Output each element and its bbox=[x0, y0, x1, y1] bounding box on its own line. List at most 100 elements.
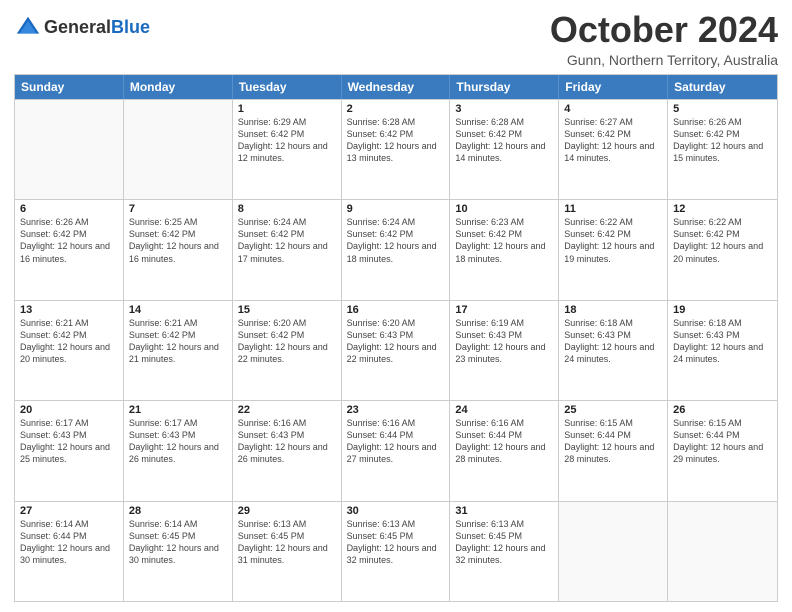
day-number: 25 bbox=[564, 404, 662, 416]
cal-cell: 7Sunrise: 6:25 AM Sunset: 6:42 PM Daylig… bbox=[124, 200, 233, 299]
day-header-thursday: Thursday bbox=[450, 75, 559, 99]
cal-cell: 15Sunrise: 6:20 AM Sunset: 6:42 PM Dayli… bbox=[233, 301, 342, 400]
day-number: 5 bbox=[673, 103, 772, 115]
cal-cell: 24Sunrise: 6:16 AM Sunset: 6:44 PM Dayli… bbox=[450, 401, 559, 500]
cell-info: Sunrise: 6:29 AM Sunset: 6:42 PM Dayligh… bbox=[238, 116, 336, 165]
day-number: 8 bbox=[238, 203, 336, 215]
cal-cell: 28Sunrise: 6:14 AM Sunset: 6:45 PM Dayli… bbox=[124, 502, 233, 601]
cal-cell: 5Sunrise: 6:26 AM Sunset: 6:42 PM Daylig… bbox=[668, 100, 777, 199]
cell-info: Sunrise: 6:13 AM Sunset: 6:45 PM Dayligh… bbox=[347, 518, 445, 567]
day-number: 10 bbox=[455, 203, 553, 215]
day-number: 2 bbox=[347, 103, 445, 115]
day-number: 9 bbox=[347, 203, 445, 215]
day-header-tuesday: Tuesday bbox=[233, 75, 342, 99]
day-number: 28 bbox=[129, 505, 227, 517]
cal-cell bbox=[15, 100, 124, 199]
cell-info: Sunrise: 6:17 AM Sunset: 6:43 PM Dayligh… bbox=[129, 417, 227, 466]
cell-info: Sunrise: 6:26 AM Sunset: 6:42 PM Dayligh… bbox=[20, 216, 118, 265]
cell-info: Sunrise: 6:28 AM Sunset: 6:42 PM Dayligh… bbox=[455, 116, 553, 165]
cell-info: Sunrise: 6:23 AM Sunset: 6:42 PM Dayligh… bbox=[455, 216, 553, 265]
day-number: 15 bbox=[238, 304, 336, 316]
day-number: 18 bbox=[564, 304, 662, 316]
cal-cell: 10Sunrise: 6:23 AM Sunset: 6:42 PM Dayli… bbox=[450, 200, 559, 299]
day-number: 29 bbox=[238, 505, 336, 517]
cell-info: Sunrise: 6:15 AM Sunset: 6:44 PM Dayligh… bbox=[673, 417, 772, 466]
cell-info: Sunrise: 6:21 AM Sunset: 6:42 PM Dayligh… bbox=[20, 317, 118, 366]
page: GeneralBlue October 2024 Gunn, Northern … bbox=[0, 0, 792, 612]
logo-general: General bbox=[44, 18, 111, 38]
day-header-friday: Friday bbox=[559, 75, 668, 99]
calendar-header: SundayMondayTuesdayWednesdayThursdayFrid… bbox=[15, 75, 777, 99]
day-number: 22 bbox=[238, 404, 336, 416]
day-number: 20 bbox=[20, 404, 118, 416]
cal-cell bbox=[559, 502, 668, 601]
cal-cell: 30Sunrise: 6:13 AM Sunset: 6:45 PM Dayli… bbox=[342, 502, 451, 601]
subtitle: Gunn, Northern Territory, Australia bbox=[550, 52, 778, 68]
day-number: 7 bbox=[129, 203, 227, 215]
week-row-3: 13Sunrise: 6:21 AM Sunset: 6:42 PM Dayli… bbox=[15, 300, 777, 400]
cell-info: Sunrise: 6:20 AM Sunset: 6:43 PM Dayligh… bbox=[347, 317, 445, 366]
cal-cell: 4Sunrise: 6:27 AM Sunset: 6:42 PM Daylig… bbox=[559, 100, 668, 199]
logo-blue: Blue bbox=[111, 18, 150, 38]
cell-info: Sunrise: 6:14 AM Sunset: 6:44 PM Dayligh… bbox=[20, 518, 118, 567]
cal-cell: 2Sunrise: 6:28 AM Sunset: 6:42 PM Daylig… bbox=[342, 100, 451, 199]
cell-info: Sunrise: 6:13 AM Sunset: 6:45 PM Dayligh… bbox=[238, 518, 336, 567]
cal-cell: 17Sunrise: 6:19 AM Sunset: 6:43 PM Dayli… bbox=[450, 301, 559, 400]
day-number: 3 bbox=[455, 103, 553, 115]
cal-cell: 29Sunrise: 6:13 AM Sunset: 6:45 PM Dayli… bbox=[233, 502, 342, 601]
day-number: 14 bbox=[129, 304, 227, 316]
cal-cell: 23Sunrise: 6:16 AM Sunset: 6:44 PM Dayli… bbox=[342, 401, 451, 500]
cal-cell: 22Sunrise: 6:16 AM Sunset: 6:43 PM Dayli… bbox=[233, 401, 342, 500]
day-number: 27 bbox=[20, 505, 118, 517]
cell-info: Sunrise: 6:24 AM Sunset: 6:42 PM Dayligh… bbox=[347, 216, 445, 265]
cell-info: Sunrise: 6:28 AM Sunset: 6:42 PM Dayligh… bbox=[347, 116, 445, 165]
cal-cell: 16Sunrise: 6:20 AM Sunset: 6:43 PM Dayli… bbox=[342, 301, 451, 400]
day-number: 12 bbox=[673, 203, 772, 215]
cell-info: Sunrise: 6:16 AM Sunset: 6:44 PM Dayligh… bbox=[347, 417, 445, 466]
day-header-wednesday: Wednesday bbox=[342, 75, 451, 99]
day-number: 23 bbox=[347, 404, 445, 416]
week-row-2: 6Sunrise: 6:26 AM Sunset: 6:42 PM Daylig… bbox=[15, 199, 777, 299]
cell-info: Sunrise: 6:22 AM Sunset: 6:42 PM Dayligh… bbox=[564, 216, 662, 265]
header: GeneralBlue October 2024 Gunn, Northern … bbox=[14, 10, 778, 68]
cal-cell: 18Sunrise: 6:18 AM Sunset: 6:43 PM Dayli… bbox=[559, 301, 668, 400]
cal-cell: 26Sunrise: 6:15 AM Sunset: 6:44 PM Dayli… bbox=[668, 401, 777, 500]
cal-cell: 12Sunrise: 6:22 AM Sunset: 6:42 PM Dayli… bbox=[668, 200, 777, 299]
cell-info: Sunrise: 6:22 AM Sunset: 6:42 PM Dayligh… bbox=[673, 216, 772, 265]
day-header-saturday: Saturday bbox=[668, 75, 777, 99]
cal-cell: 11Sunrise: 6:22 AM Sunset: 6:42 PM Dayli… bbox=[559, 200, 668, 299]
cell-info: Sunrise: 6:13 AM Sunset: 6:45 PM Dayligh… bbox=[455, 518, 553, 567]
logo-icon bbox=[14, 14, 42, 42]
cal-cell: 19Sunrise: 6:18 AM Sunset: 6:43 PM Dayli… bbox=[668, 301, 777, 400]
cal-cell: 8Sunrise: 6:24 AM Sunset: 6:42 PM Daylig… bbox=[233, 200, 342, 299]
cell-info: Sunrise: 6:17 AM Sunset: 6:43 PM Dayligh… bbox=[20, 417, 118, 466]
week-row-5: 27Sunrise: 6:14 AM Sunset: 6:44 PM Dayli… bbox=[15, 501, 777, 601]
day-number: 21 bbox=[129, 404, 227, 416]
day-number: 30 bbox=[347, 505, 445, 517]
week-row-1: 1Sunrise: 6:29 AM Sunset: 6:42 PM Daylig… bbox=[15, 99, 777, 199]
cell-info: Sunrise: 6:16 AM Sunset: 6:44 PM Dayligh… bbox=[455, 417, 553, 466]
cell-info: Sunrise: 6:16 AM Sunset: 6:43 PM Dayligh… bbox=[238, 417, 336, 466]
day-number: 11 bbox=[564, 203, 662, 215]
day-header-monday: Monday bbox=[124, 75, 233, 99]
cell-info: Sunrise: 6:18 AM Sunset: 6:43 PM Dayligh… bbox=[564, 317, 662, 366]
day-number: 1 bbox=[238, 103, 336, 115]
day-number: 17 bbox=[455, 304, 553, 316]
cal-cell: 25Sunrise: 6:15 AM Sunset: 6:44 PM Dayli… bbox=[559, 401, 668, 500]
cal-cell: 31Sunrise: 6:13 AM Sunset: 6:45 PM Dayli… bbox=[450, 502, 559, 601]
cal-cell: 20Sunrise: 6:17 AM Sunset: 6:43 PM Dayli… bbox=[15, 401, 124, 500]
calendar: SundayMondayTuesdayWednesdayThursdayFrid… bbox=[14, 74, 778, 602]
cal-cell: 13Sunrise: 6:21 AM Sunset: 6:42 PM Dayli… bbox=[15, 301, 124, 400]
cal-cell: 27Sunrise: 6:14 AM Sunset: 6:44 PM Dayli… bbox=[15, 502, 124, 601]
cell-info: Sunrise: 6:25 AM Sunset: 6:42 PM Dayligh… bbox=[129, 216, 227, 265]
cell-info: Sunrise: 6:15 AM Sunset: 6:44 PM Dayligh… bbox=[564, 417, 662, 466]
cell-info: Sunrise: 6:18 AM Sunset: 6:43 PM Dayligh… bbox=[673, 317, 772, 366]
cell-info: Sunrise: 6:19 AM Sunset: 6:43 PM Dayligh… bbox=[455, 317, 553, 366]
cell-info: Sunrise: 6:26 AM Sunset: 6:42 PM Dayligh… bbox=[673, 116, 772, 165]
cal-cell bbox=[668, 502, 777, 601]
cell-info: Sunrise: 6:14 AM Sunset: 6:45 PM Dayligh… bbox=[129, 518, 227, 567]
cal-cell: 9Sunrise: 6:24 AM Sunset: 6:42 PM Daylig… bbox=[342, 200, 451, 299]
title-area: October 2024 Gunn, Northern Territory, A… bbox=[550, 10, 778, 68]
cal-cell: 21Sunrise: 6:17 AM Sunset: 6:43 PM Dayli… bbox=[124, 401, 233, 500]
cal-cell: 14Sunrise: 6:21 AM Sunset: 6:42 PM Dayli… bbox=[124, 301, 233, 400]
